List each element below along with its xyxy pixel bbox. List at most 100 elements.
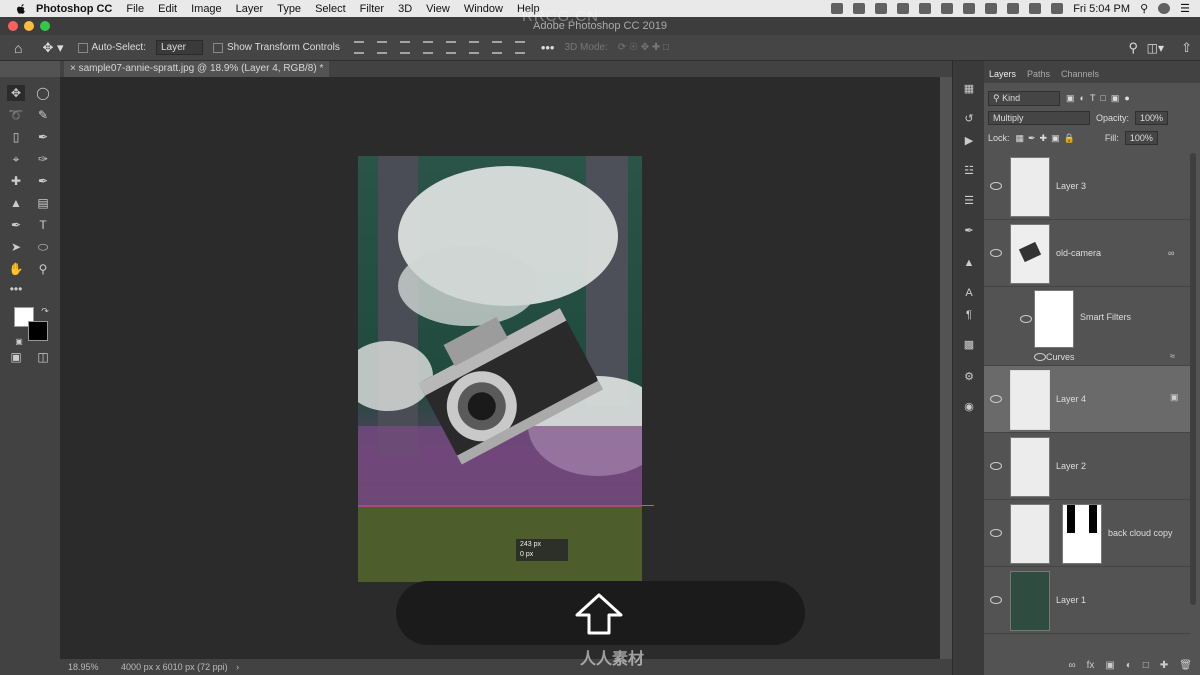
layer-row-layer-1[interactable]: Layer 1	[984, 567, 1190, 634]
swap-colors-icon[interactable]: ↷	[36, 303, 54, 319]
paint-brush-icon[interactable]: ✒	[34, 173, 52, 189]
visibility-eye-icon[interactable]	[990, 529, 1002, 537]
minimize-window-icon[interactable]	[24, 21, 34, 31]
visibility-eye-icon[interactable]	[990, 395, 1002, 403]
show-transform-checkbox[interactable]	[213, 42, 223, 53]
align-right-icon[interactable]	[399, 41, 410, 54]
ellipse-tool-icon[interactable]: ⬭	[34, 239, 52, 255]
delete-layer-icon[interactable]: 🗑	[1179, 660, 1192, 671]
new-group-icon[interactable]: □	[1143, 660, 1149, 671]
healing-brush-icon[interactable]: ✚	[7, 173, 25, 189]
close-window-icon[interactable]	[8, 21, 18, 31]
notification-center-icon[interactable]: ☰	[1180, 2, 1190, 15]
quick-select-tool-icon[interactable]: ✎	[34, 107, 52, 123]
workspace-icon[interactable]: ◫▾	[1147, 41, 1164, 55]
filter-icons[interactable]: ▣◐T□▣●	[1066, 93, 1135, 104]
status-menu-chevron-icon[interactable]: ›	[236, 662, 239, 672]
home-icon[interactable]: ⌂	[14, 40, 22, 56]
wifi-icon[interactable]	[1007, 3, 1020, 14]
status-icon[interactable]	[897, 3, 910, 14]
menu-3d[interactable]: 3D	[398, 3, 412, 15]
3d-icon[interactable]: ⚙	[962, 371, 976, 383]
close-tab-icon[interactable]: ×	[70, 63, 79, 74]
new-layer-icon[interactable]: ✚	[1160, 660, 1168, 671]
apple-icon[interactable]	[14, 2, 28, 16]
auto-select-target-dropdown[interactable]: Layer	[155, 40, 203, 55]
adjustment-layer-icon[interactable]: ◐	[1126, 660, 1132, 671]
status-icon[interactable]	[875, 3, 888, 14]
status-icon[interactable]	[853, 3, 866, 14]
status-icon[interactable]	[941, 3, 954, 14]
menu-edit[interactable]: Edit	[158, 3, 177, 15]
gradient-tool-icon[interactable]: ▤	[34, 195, 52, 211]
libraries-icon[interactable]: ◉	[962, 401, 976, 413]
quick-mask-icon[interactable]: ▣	[7, 349, 25, 365]
stamp-tool-icon[interactable]: ▲	[7, 195, 25, 211]
align-center-icon[interactable]	[376, 41, 387, 54]
user-avatar-icon[interactable]	[1158, 3, 1171, 14]
menubar-clock[interactable]: Fri 5:04 PM	[1073, 3, 1130, 15]
menu-select[interactable]: Select	[315, 3, 346, 15]
canvas-area[interactable]: 243 px 0 px	[60, 77, 940, 659]
layer-row-layer-4[interactable]: Layer 4 ▣	[984, 366, 1190, 433]
visibility-eye-icon[interactable]	[990, 596, 1002, 604]
battery-icon[interactable]	[1051, 3, 1064, 14]
tab-channels[interactable]: Channels	[1056, 69, 1105, 83]
layer-row-back-cloud-copy[interactable]: back cloud copy	[984, 500, 1190, 567]
eyedropper-tool-icon[interactable]: ✑	[34, 151, 52, 167]
add-mask-icon[interactable]: ▣	[1105, 660, 1114, 671]
crop-tool-icon[interactable]: ⌖	[7, 151, 25, 167]
lasso-tool-icon[interactable]: ➰	[7, 107, 25, 123]
zoom-level[interactable]: 18.95%	[68, 662, 99, 672]
marquee-tool-icon[interactable]: ◯	[34, 85, 52, 101]
zoom-tool-icon[interactable]: ⚲	[34, 261, 52, 277]
paragraph-icon[interactable]: ¶	[962, 309, 976, 321]
align-middle-icon[interactable]	[468, 41, 479, 54]
default-colors-icon[interactable]: ▣	[10, 333, 28, 349]
menu-view[interactable]: View	[426, 3, 450, 15]
background-color-swatch[interactable]	[28, 321, 48, 341]
zoom-window-icon[interactable]	[40, 21, 50, 31]
properties-icon[interactable]: ☰	[962, 195, 976, 207]
brush-tool-icon[interactable]: ✒	[34, 129, 52, 145]
align-top-icon[interactable]	[445, 41, 456, 54]
adjustments-icon[interactable]: ☳	[962, 165, 976, 177]
tab-layers[interactable]: Layers	[984, 69, 1022, 83]
distribute-vertical-icon[interactable]	[514, 41, 525, 54]
layer-row-layer-3[interactable]: Layer 3	[984, 153, 1190, 220]
menu-window[interactable]: Window	[464, 3, 503, 15]
eraser-tool-icon[interactable]: ▯	[7, 129, 25, 145]
layer-filter-kind-dropdown[interactable]: ⚲ Kind	[988, 90, 1060, 106]
clone-source-icon[interactable]: ▲	[962, 257, 976, 269]
link-layers-icon[interactable]: ∞	[1068, 660, 1075, 671]
fill-field[interactable]: 100%	[1124, 131, 1158, 145]
auto-select-checkbox[interactable]	[77, 42, 88, 53]
align-bottom-icon[interactable]	[491, 41, 502, 54]
pen-tool-icon[interactable]: ✒	[7, 217, 25, 233]
visibility-eye-icon[interactable]	[1034, 353, 1046, 361]
menu-file[interactable]: File	[126, 3, 144, 15]
search-icon[interactable]: ⚲	[1128, 40, 1138, 56]
spotlight-search-icon[interactable]: ⚲	[1140, 2, 1148, 15]
skype-icon[interactable]	[919, 3, 932, 14]
history-icon[interactable]: ↺	[962, 113, 976, 125]
visibility-eye-icon[interactable]	[990, 249, 1002, 257]
screen-mode-icon[interactable]: ◫	[34, 349, 52, 365]
tab-paths[interactable]: Paths	[1022, 69, 1056, 83]
share-icon[interactable]: ⇧	[1181, 40, 1192, 56]
dropbox-icon[interactable]	[831, 3, 844, 14]
visibility-eye-icon[interactable]	[990, 462, 1002, 470]
hand-tool-icon[interactable]: ✋	[7, 261, 25, 277]
path-select-tool-icon[interactable]: ➤	[7, 239, 25, 255]
lock-icons[interactable]: ▦✒✚▣🔒	[1016, 133, 1079, 144]
menu-image[interactable]: Image	[191, 3, 222, 15]
histogram-icon[interactable]: ▦	[962, 83, 976, 95]
brushes-icon[interactable]: ✒	[962, 225, 976, 237]
align-left-icon[interactable]	[353, 41, 364, 54]
airplay-icon[interactable]	[1029, 3, 1042, 14]
move-tool-preset-icon[interactable]: ✥ ▾	[42, 40, 63, 56]
blend-mode-dropdown[interactable]: Multiply	[988, 111, 1090, 125]
layers-scrollbar[interactable]	[1190, 153, 1196, 605]
app-menu[interactable]: Photoshop CC	[36, 3, 112, 15]
time-machine-icon[interactable]	[963, 3, 976, 14]
